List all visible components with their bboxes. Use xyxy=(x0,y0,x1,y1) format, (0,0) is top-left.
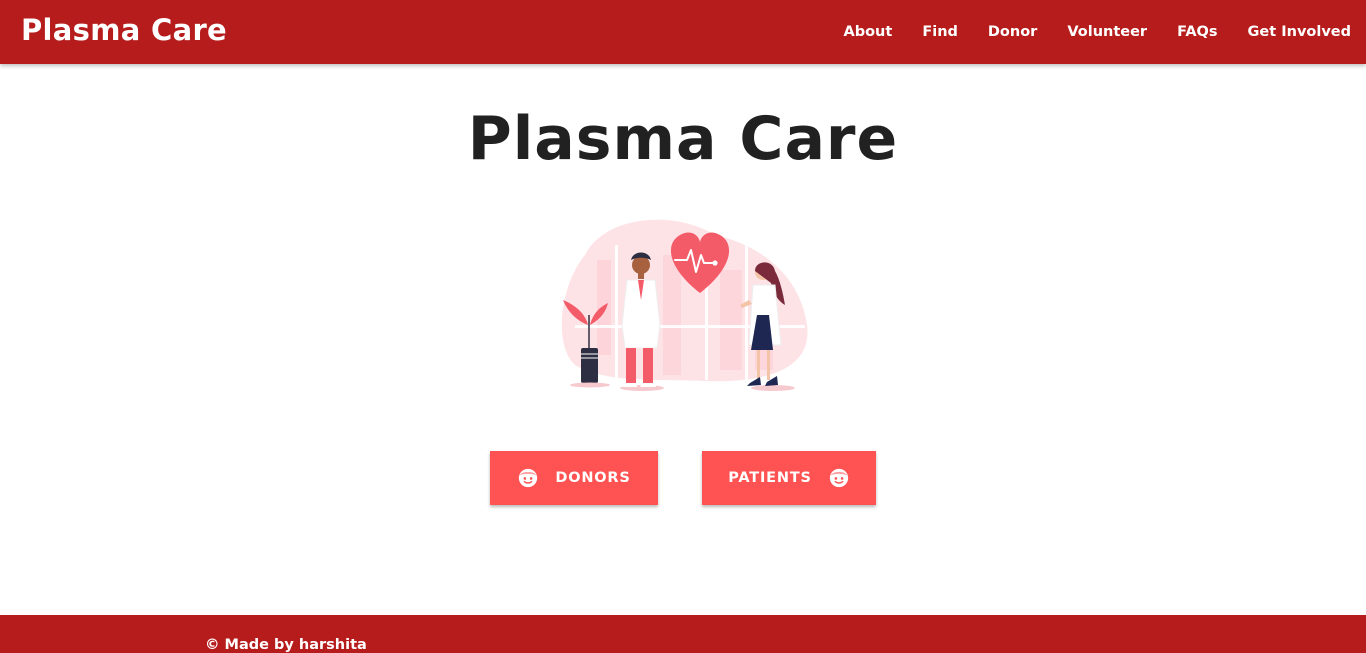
nav-link-find[interactable]: Find xyxy=(922,24,958,40)
face-icon xyxy=(519,468,538,488)
footer: © Made by harshita xyxy=(0,615,1366,653)
top-navbar: Plasma Care About Find Donor Volunteer F… xyxy=(0,0,1366,64)
face-icon xyxy=(829,468,848,488)
nav-link-faqs[interactable]: FAQs xyxy=(1177,24,1217,40)
page-title: Plasma Care xyxy=(467,104,899,174)
patients-button-label: PATIENTS xyxy=(728,470,812,486)
donors-button-label: DONORS xyxy=(555,470,631,486)
patients-button[interactable]: PATIENTS xyxy=(702,451,876,505)
doctors-heart-illustration xyxy=(561,219,808,391)
donors-button[interactable]: DONORS xyxy=(490,451,658,505)
nav-link-donor[interactable]: Donor xyxy=(988,24,1037,40)
brand-logo-link[interactable]: Plasma Care xyxy=(21,13,227,47)
nav-link-volunteer[interactable]: Volunteer xyxy=(1067,24,1147,40)
nav-link-get-involved[interactable]: Get Involved xyxy=(1248,24,1351,40)
nav-links: About Find Donor Volunteer FAQs Get Invo… xyxy=(813,0,1351,64)
footer-credit: © Made by harshita xyxy=(205,637,367,653)
nav-link-about[interactable]: About xyxy=(843,24,892,40)
